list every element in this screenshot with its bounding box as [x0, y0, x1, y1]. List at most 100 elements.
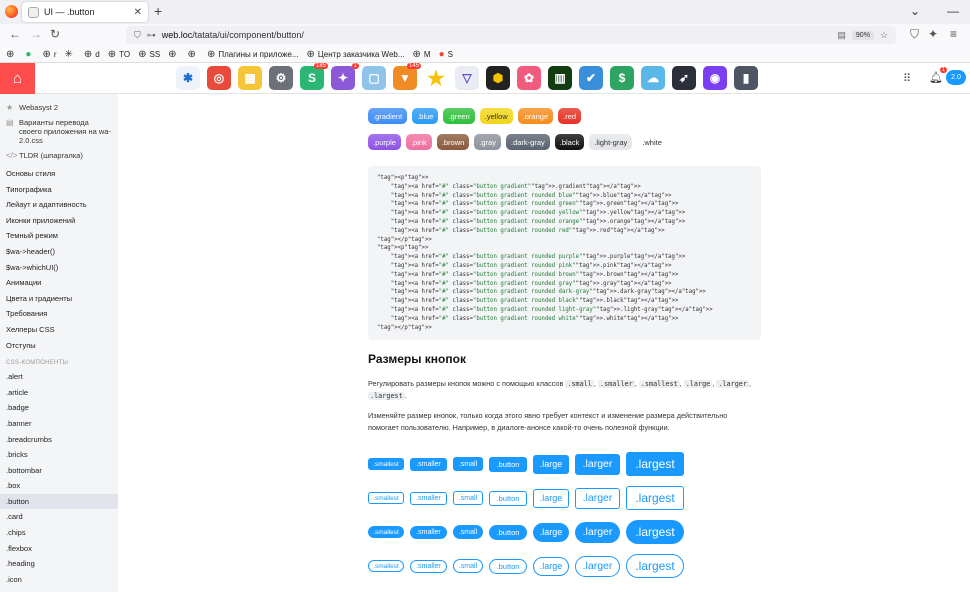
gradient-button[interactable]: .brown — [436, 134, 470, 150]
app-wand[interactable]: ✦ 1 — [331, 63, 359, 90]
gradient-button[interactable]: .black — [554, 134, 585, 150]
bookmark-item[interactable]: ⊕ SS — [138, 49, 160, 60]
size-button[interactable]: .largest — [626, 554, 684, 578]
size-button[interactable]: .button — [489, 490, 527, 506]
sidebar-component-item[interactable]: .heading — [0, 556, 118, 572]
size-button[interactable]: .large — [533, 522, 569, 542]
size-button[interactable]: .larger — [575, 453, 620, 475]
app-compass[interactable]: ➶ — [672, 66, 696, 90]
connection-icon[interactable]: ⊶ — [147, 30, 156, 41]
sidebar-item[interactable]: Темный режим — [0, 228, 118, 244]
size-button[interactable]: .small — [453, 525, 483, 539]
gradient-button[interactable]: .blue — [412, 108, 439, 124]
size-button[interactable]: .button — [489, 558, 527, 574]
sidebar-component-item[interactable]: .article — [0, 385, 118, 401]
bookmark-item[interactable]: ⊕ Центр заказчика Web... — [307, 49, 405, 60]
sidebar-top-item[interactable]: ★ Webasyst 2 — [6, 103, 112, 112]
forward-icon[interactable]: → — [30, 27, 42, 41]
app-notes[interactable]: ▦ — [238, 66, 262, 90]
sidebar-item[interactable]: Цвета и градиенты — [0, 291, 118, 307]
bookmark-star-icon[interactable]: ☆ — [880, 30, 888, 41]
size-button[interactable]: .largest — [626, 452, 684, 476]
bookmark-item[interactable]: ⊕ d — [84, 49, 100, 60]
shield-icon[interactable]: ⛉ — [134, 30, 141, 41]
size-button[interactable]: .larger — [575, 521, 620, 543]
sidebar-item[interactable]: Лейаут и адаптивность — [0, 197, 118, 213]
minimize-icon[interactable]: — — [947, 4, 959, 18]
bookmark-item[interactable]: ⊕ r — [42, 49, 56, 60]
extensions-icon[interactable]: ✦ — [928, 27, 938, 41]
browser-tab[interactable]: UI — .button ✕ — [22, 2, 148, 22]
sidebar-item[interactable]: Анимации — [0, 275, 118, 291]
bookmark-item[interactable]: ⊕ Плагины и приложе... — [207, 49, 299, 60]
gradient-button[interactable]: .purple — [368, 134, 401, 150]
size-button[interactable]: .larger — [575, 555, 620, 577]
size-button[interactable]: .smallest — [368, 458, 404, 470]
user-menu-button[interactable]: 2.0 — [946, 70, 966, 85]
app-matrix[interactable]: ▥ — [548, 66, 572, 90]
new-tab-button[interactable]: + — [154, 3, 162, 19]
sidebar-item[interactable]: Отступы — [0, 338, 118, 354]
close-tab-icon[interactable]: ✕ — [134, 7, 142, 18]
sidebar-component-item[interactable]: .box — [0, 478, 118, 494]
app-gear[interactable]: ⚙ — [269, 66, 293, 90]
sidebar-top-item[interactable]: </> TLDR (шпаргалка) — [6, 151, 112, 160]
size-button[interactable]: .button — [489, 456, 527, 472]
app-shop[interactable]: S 185 — [300, 63, 328, 90]
sidebar-component-item[interactable]: .bricks — [0, 447, 118, 463]
sidebar-component-item[interactable]: .badge — [0, 400, 118, 416]
zoom-level[interactable]: 90% — [851, 30, 874, 40]
size-button[interactable]: .smaller — [410, 525, 447, 539]
sidebar-component-item[interactable]: .alert — [0, 369, 118, 385]
pocket-icon[interactable]: ⛉ — [910, 27, 919, 42]
app-cloud-user[interactable]: ☁ — [641, 66, 665, 90]
gradient-button[interactable]: .light-gray — [589, 134, 633, 150]
back-icon[interactable]: ← — [9, 27, 21, 41]
url-text[interactable]: web.loc/tatata/ui/component/button/ — [162, 30, 832, 40]
sidebar-item[interactable]: Основы стиля — [0, 166, 118, 182]
sidebar-component-item[interactable]: .card — [0, 509, 118, 525]
gradient-button[interactable]: .gradient — [368, 108, 408, 124]
size-button[interactable]: .larger — [575, 487, 620, 509]
size-button[interactable]: .large — [533, 488, 569, 508]
gradient-button[interactable]: .green — [443, 108, 475, 124]
bookmark-item[interactable]: ⊕ M — [413, 49, 431, 60]
gradient-button[interactable]: .gray — [474, 134, 501, 150]
app-lifebuoy[interactable]: ◎ — [207, 66, 231, 90]
size-button[interactable]: .small — [453, 491, 483, 505]
gradient-button[interactable]: .white — [637, 134, 667, 150]
app-asterisk[interactable]: ✱ — [176, 66, 200, 90]
url-bar[interactable]: ⛉ ⊶ web.loc/tatata/ui/component/button/ … — [126, 26, 896, 44]
size-button[interactable]: .button — [489, 524, 527, 540]
sidebar-component-item[interactable]: .bottombar — [0, 463, 118, 479]
gradient-button[interactable]: .yellow — [479, 108, 513, 124]
size-button[interactable]: .large — [533, 556, 569, 576]
reader-mode-icon[interactable]: ▤ — [837, 30, 846, 41]
reload-icon[interactable]: ↻ — [50, 27, 60, 41]
gradient-button[interactable]: .red — [558, 108, 582, 124]
app-hexagon[interactable]: ⬢ — [486, 66, 510, 90]
app-window[interactable]: ▢ — [362, 66, 386, 90]
sidebar-component-item[interactable]: .button — [0, 493, 118, 510]
size-button[interactable]: .smaller — [410, 559, 447, 573]
sidebar-item[interactable]: $wa->whichUI() — [0, 260, 118, 276]
size-button[interactable]: .smallest — [368, 560, 404, 572]
sidebar-item[interactable]: Требования — [0, 306, 118, 322]
gradient-button[interactable]: .orange — [517, 108, 554, 124]
tab-list-icon[interactable]: ⌄ — [910, 4, 920, 18]
size-button[interactable]: .smaller — [410, 491, 447, 505]
size-button[interactable]: .large — [533, 454, 569, 474]
app-money[interactable]: $ — [610, 66, 634, 90]
firefox-icon[interactable] — [5, 5, 18, 18]
sidebar-item[interactable]: $wa->header() — [0, 244, 118, 260]
size-button[interactable]: .smallest — [368, 526, 404, 538]
sidebar-top-item[interactable]: ▤ Варианты перевода своего приложения на … — [6, 118, 112, 145]
bookmark-item[interactable]: ⊕ — [168, 49, 179, 60]
menu-icon[interactable]: ≡ — [950, 27, 957, 41]
size-button[interactable]: .small — [453, 457, 483, 471]
size-button[interactable]: .largest — [626, 520, 684, 544]
size-button[interactable]: .small — [453, 559, 483, 573]
app-record[interactable]: ◉ — [703, 66, 727, 90]
size-button[interactable]: .smallest — [368, 492, 404, 504]
bookmark-item[interactable]: ● S — [439, 49, 453, 60]
